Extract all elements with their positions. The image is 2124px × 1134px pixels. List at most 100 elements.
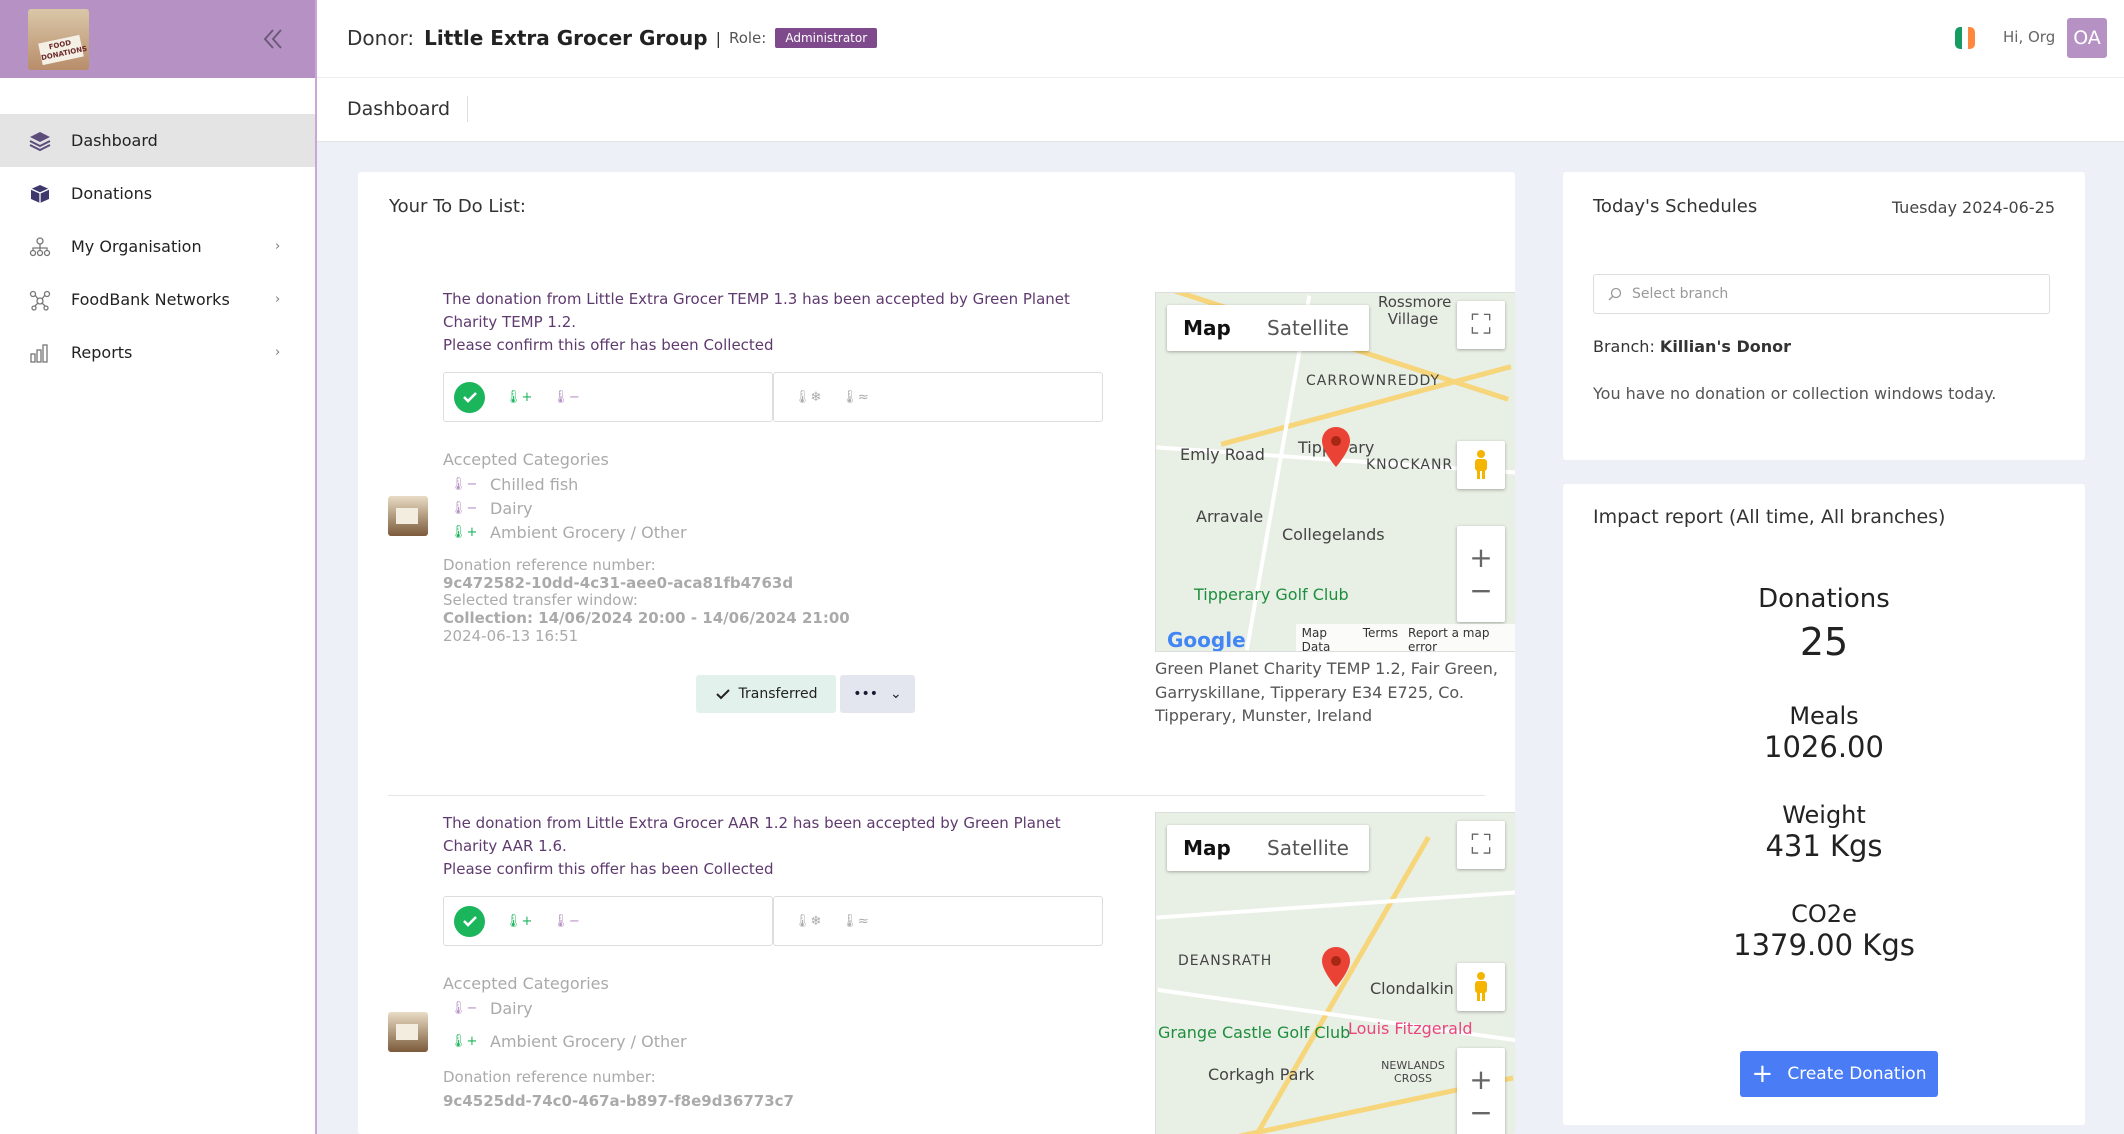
thermometer-minus-icon: 🌡− xyxy=(552,913,580,929)
fullscreen-icon[interactable]: ⛶ xyxy=(1457,301,1505,349)
avatar[interactable]: OA xyxy=(2067,18,2107,58)
sidebar-item-donations[interactable]: Donations xyxy=(0,167,315,220)
zoom-out-icon[interactable]: − xyxy=(1469,574,1492,607)
todo-message-confirm: Please confirm this offer has been Colle… xyxy=(443,336,774,354)
collapse-sidebar-icon[interactable] xyxy=(260,26,286,52)
map-data-link[interactable]: Map Data xyxy=(1302,626,1353,651)
status-icons: 🌡+ 🌡− xyxy=(443,896,773,946)
location-map[interactable]: Map Satellite ⛶ + − DEANSRATH Clondalkin… xyxy=(1155,812,1515,1134)
sidebar-header: FOOD DONATIONS xyxy=(0,0,315,78)
map-type-control: Map Satellite xyxy=(1167,305,1369,351)
satellite-tab[interactable]: Satellite xyxy=(1247,305,1369,351)
map-tab[interactable]: Map xyxy=(1167,305,1247,351)
page-title: Dashboard xyxy=(347,98,451,120)
terms-link[interactable]: Terms xyxy=(1363,626,1398,651)
map-tab[interactable]: Map xyxy=(1167,825,1247,871)
map-label: Emly Road xyxy=(1180,445,1265,464)
map-label: KNOCKANR xyxy=(1366,457,1454,473)
header-separator: | xyxy=(715,28,721,48)
map-label: DEANSRATH xyxy=(1178,953,1273,969)
accepted-categories-label: Accepted Categories xyxy=(443,450,609,469)
co2-value: 1379.00 Kgs xyxy=(1733,928,1915,962)
logo-sign: FOOD DONATIONS xyxy=(38,34,88,66)
category-label: Ambient Grocery / Other xyxy=(490,1032,687,1051)
check-circle-icon[interactable] xyxy=(454,381,485,413)
meals-value: 1026.00 xyxy=(1764,730,1884,764)
sidebar-item-reports[interactable]: Reports › xyxy=(0,326,315,379)
freezer-icon: 🌡❄ xyxy=(794,389,822,405)
check-circle-icon[interactable] xyxy=(454,905,485,937)
charity-address: Green Planet Charity TEMP 1.2, Fair Gree… xyxy=(1155,659,1498,725)
report-map-error-link[interactable]: Report a map error xyxy=(1408,626,1509,651)
thermometer-plus-icon: 🌡+ xyxy=(505,389,533,405)
schedules-title: Today's Schedules xyxy=(1593,196,1758,217)
transferred-button[interactable]: Transferred xyxy=(696,675,836,713)
map-type-control: Map Satellite xyxy=(1167,825,1369,871)
schedules-date: Tuesday 2024-06-25 xyxy=(1891,198,2055,217)
item-divider xyxy=(388,795,1485,796)
sidebar-item-foodbank-networks[interactable]: FoodBank Networks › xyxy=(0,273,315,326)
logo[interactable]: FOOD DONATIONS xyxy=(28,9,89,70)
map-road xyxy=(1156,890,1515,920)
map-label: Tipperary Golf Club xyxy=(1194,585,1349,604)
greeting-text: Hi, xyxy=(2003,28,2024,46)
chevron-down-icon: ⌄ xyxy=(890,686,902,702)
map-pin-icon[interactable] xyxy=(1322,947,1350,987)
branch-select[interactable]: Select branch xyxy=(1593,274,2050,314)
donor-name: Little Extra Grocer Group xyxy=(424,26,708,50)
ref-number: 9c4525dd-74c0-467a-b897-f8e9d36773c7 xyxy=(443,1092,794,1110)
branch-name: Killian's Donor xyxy=(1659,337,1791,356)
network-icon xyxy=(28,288,52,312)
thermometer-minus-icon: 🌡− xyxy=(552,389,580,405)
location-map[interactable]: Map Satellite ⛶ + − Rossmore Village CAR… xyxy=(1155,292,1515,652)
satellite-tab[interactable]: Satellite xyxy=(1247,825,1369,871)
pegman-icon[interactable] xyxy=(1457,441,1505,489)
weight-stat: Weight 431 Kgs xyxy=(1563,801,2085,863)
todo-message: The donation from Little Extra Grocer TE… xyxy=(443,288,1103,357)
donor-info: Donor: Little Extra Grocer Group | Role:… xyxy=(347,26,878,50)
category-label: Dairy xyxy=(490,999,533,1018)
storage-icons: 🌡❄ 🌡≈ xyxy=(773,896,1103,946)
map-pin-icon[interactable] xyxy=(1322,427,1350,467)
map-footer: Google Map Data Terms Report a map error xyxy=(1156,624,1515,651)
empty-schedule-message: You have no donation or collection windo… xyxy=(1593,384,1997,403)
create-donation-button[interactable]: + Create Donation xyxy=(1740,1051,1938,1097)
todo-message-text: The donation from Little Extra Grocer TE… xyxy=(443,290,1070,331)
zoom-in-icon[interactable]: + xyxy=(1469,541,1492,574)
map-label: Clondalkin xyxy=(1370,979,1454,998)
todo-message: The donation from Little Extra Grocer AA… xyxy=(443,812,1103,881)
zoom-out-icon[interactable]: − xyxy=(1469,1096,1492,1129)
sidebar-item-dashboard[interactable]: Dashboard xyxy=(0,114,315,167)
sidebar: FOOD DONATIONS Dashboard Donations My Or… xyxy=(0,0,317,1134)
zoom-in-icon[interactable]: + xyxy=(1469,1063,1492,1096)
category-item: 🌡− Dairy xyxy=(450,999,533,1018)
layers-icon xyxy=(28,129,52,153)
ireland-flag-icon[interactable] xyxy=(1955,27,1975,49)
timestamp: 2024-06-13 16:51 xyxy=(443,627,579,645)
plus-icon: + xyxy=(1751,1059,1774,1089)
divider xyxy=(467,96,468,122)
weight-value: 431 Kgs xyxy=(1765,829,1883,863)
sidebar-item-label: My Organisation xyxy=(71,237,202,256)
create-donation-label: Create Donation xyxy=(1787,1064,1927,1084)
storage-icons: 🌡❄ 🌡≈ xyxy=(773,372,1103,422)
pegman-icon[interactable] xyxy=(1457,963,1505,1011)
thermometer-wave-icon: 🌡≈ xyxy=(841,913,869,929)
more-actions-button[interactable]: ••• ⌄ xyxy=(840,675,915,713)
category-item: 🌡− Dairy xyxy=(450,499,533,518)
chevron-right-icon: › xyxy=(275,239,281,254)
sidebar-item-my-organisation[interactable]: My Organisation › xyxy=(0,220,315,273)
box-icon xyxy=(28,182,52,206)
map-label: Louis Fitzgerald xyxy=(1348,1019,1473,1038)
todo-message-confirm: Please confirm this offer has been Colle… xyxy=(443,860,774,878)
chevron-right-icon: › xyxy=(275,292,281,307)
donations-stat: Donations 25 xyxy=(1563,584,2085,664)
map-label: Arravale xyxy=(1196,507,1264,526)
donor-label: Donor: xyxy=(347,26,415,50)
fullscreen-icon[interactable]: ⛶ xyxy=(1457,821,1505,869)
branch-label: Branch: xyxy=(1593,337,1655,356)
zoom-control: + − xyxy=(1457,526,1505,622)
map-label: Rossmore Village xyxy=(1378,293,1452,328)
co2-stat: CO2e 1379.00 Kgs xyxy=(1563,900,2085,962)
donor-thumbnail xyxy=(388,1012,428,1052)
